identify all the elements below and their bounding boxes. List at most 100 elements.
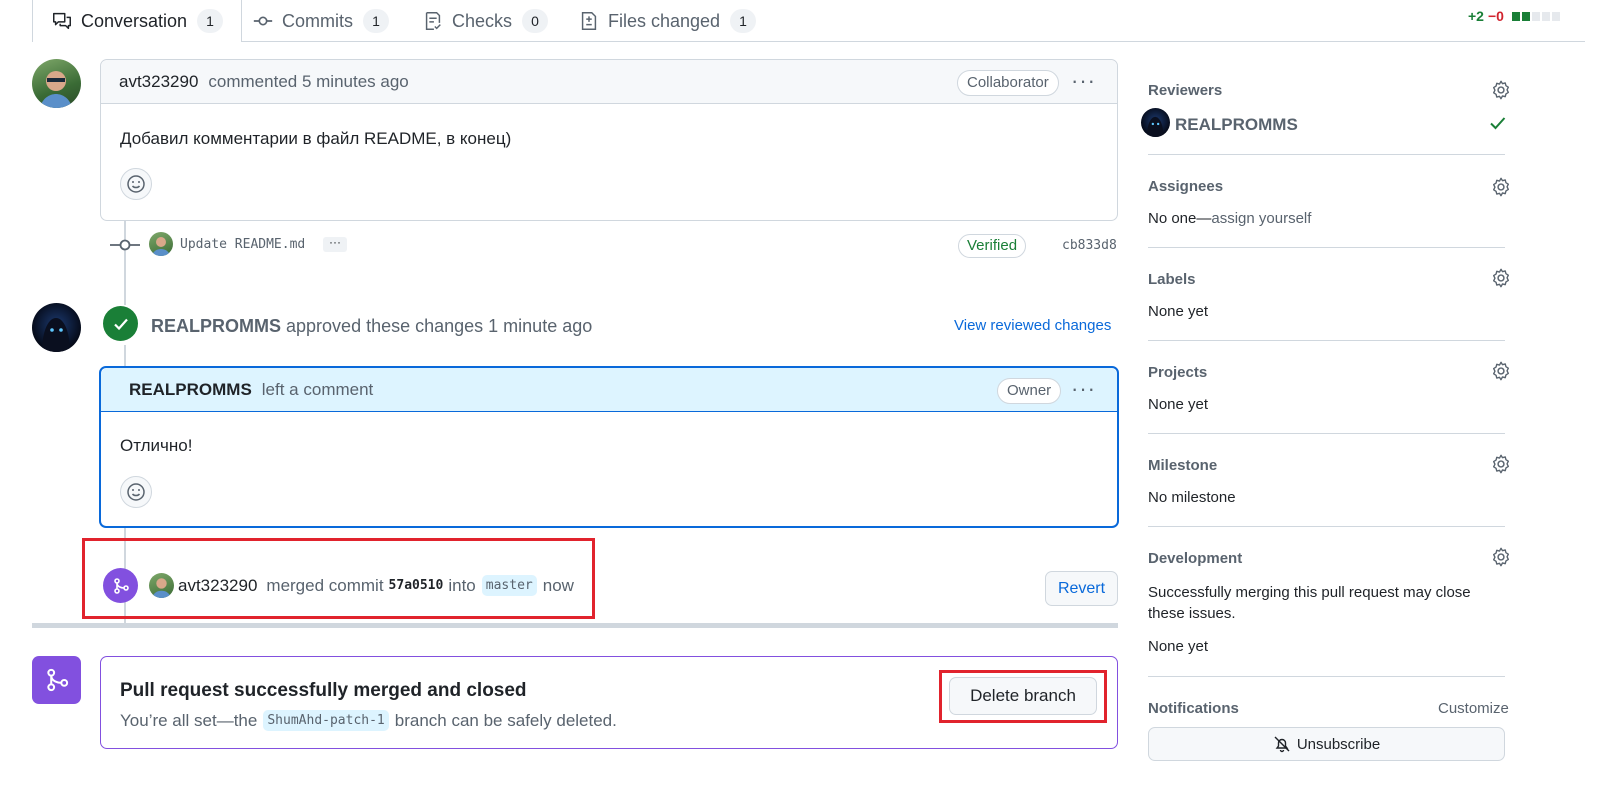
owner-badge: Owner — [997, 378, 1062, 404]
user-photo-icon — [152, 578, 171, 598]
merge-time: now — [542, 575, 574, 595]
reviewer-name[interactable]: REALPROMMS — [1175, 115, 1298, 135]
merged-title: Pull request successfully merged and clo… — [120, 680, 527, 701]
notifications-title: Notifications — [1148, 700, 1239, 717]
sidebar-divider — [1148, 247, 1505, 248]
hooded-figure-icon — [1146, 116, 1164, 137]
merge-author[interactable]: avt323290 — [178, 576, 257, 596]
comment-action: left a comment — [261, 379, 374, 399]
user-photo-icon — [40, 71, 72, 108]
assignees-title[interactable]: Assignees — [1148, 178, 1223, 195]
comment-card: avt323290 commented 5 minutes ago Collab… — [100, 59, 1118, 221]
file-diff-icon — [581, 12, 597, 30]
comment-discussion-icon — [53, 12, 71, 30]
reviewer-avatar[interactable] — [1141, 108, 1170, 137]
gear-icon[interactable] — [1490, 176, 1512, 198]
diffstat-blocks — [1510, 11, 1560, 21]
commit-expand-button[interactable]: ··· — [323, 236, 347, 252]
labels-title[interactable]: Labels — [1148, 271, 1196, 288]
tab-files-changed[interactable]: Files changed 1 — [578, 0, 757, 42]
smiley-icon — [127, 175, 145, 193]
collaborator-badge: Collaborator — [957, 70, 1059, 96]
sidebar-divider — [1148, 154, 1505, 155]
avatar[interactable] — [32, 303, 81, 352]
checklist-icon — [425, 12, 441, 30]
sidebar-divider — [1148, 433, 1505, 434]
diffstat-deletions: −0 — [1487, 8, 1504, 24]
milestone-title[interactable]: Milestone — [1148, 457, 1217, 474]
merge-event-text: avt323290 merged commit 57a0510 into mas… — [178, 575, 574, 596]
verified-badge[interactable]: Verified — [958, 234, 1027, 258]
source-branch[interactable]: ShumAhd-patch-1 — [263, 710, 389, 731]
avatar[interactable] — [149, 573, 174, 598]
development-description: Successfully merging this pull request m… — [1148, 584, 1471, 622]
git-merge-icon — [46, 668, 68, 692]
tab-label: Conversation — [81, 10, 188, 31]
check-icon — [113, 318, 128, 330]
unsubscribe-button[interactable]: Unsubscribe — [1148, 727, 1505, 761]
assignees-none: No one— — [1148, 210, 1212, 227]
gear-icon[interactable] — [1490, 79, 1512, 101]
git-merge-icon — [113, 577, 129, 594]
sidebar-divider — [1148, 676, 1505, 677]
avatar[interactable] — [32, 59, 81, 108]
avatar[interactable] — [149, 232, 173, 256]
check-icon — [1490, 117, 1506, 130]
add-reaction-button[interactable] — [120, 168, 152, 200]
timeline-line — [124, 345, 126, 367]
review-action: approved these changes 1 minute ago — [286, 316, 593, 336]
tab-label: Commits — [282, 10, 353, 31]
target-branch[interactable]: master — [481, 575, 537, 596]
sidebar-divider — [1148, 526, 1505, 527]
development-title[interactable]: Development — [1148, 550, 1242, 567]
comment-author[interactable]: REALPROMMS — [129, 380, 252, 400]
tab-conversation[interactable]: Conversation 1 — [32, 0, 243, 42]
gear-icon[interactable] — [1490, 267, 1512, 289]
approved-badge — [103, 306, 138, 341]
assignees-value: No one—assign yourself — [1148, 210, 1311, 227]
comment-author[interactable]: avt323290 — [119, 72, 198, 92]
review-comment-header: REALPROMMS left a comment — [101, 368, 1117, 412]
merge-text: merged commit — [266, 575, 384, 595]
projects-value: None yet — [1148, 396, 1209, 413]
review-comment-card: REALPROMMS left a comment Owner ··· Отли… — [99, 366, 1119, 528]
tab-count: 1 — [363, 9, 389, 33]
merged-description: You’re all set—the ShumAhd-patch-1 branc… — [120, 710, 617, 731]
comment-timestamp[interactable]: commented 5 minutes ago — [208, 72, 408, 92]
development-value: None yet — [1148, 638, 1209, 655]
git-commit-icon — [110, 239, 140, 251]
assign-yourself-link[interactable]: assign yourself — [1211, 210, 1311, 227]
timeline-line — [124, 220, 126, 305]
comment-options-icon[interactable]: ··· — [1071, 378, 1096, 400]
tab-commits[interactable]: Commits 1 — [252, 0, 389, 42]
comment-options-icon[interactable]: ··· — [1071, 70, 1096, 92]
merge-commit-sha[interactable]: 57a0510 — [389, 578, 444, 593]
gear-icon[interactable] — [1490, 453, 1512, 475]
tab-label: Files changed — [608, 10, 721, 31]
comment-body: Добавил комментарии в файл README, в кон… — [120, 129, 512, 148]
gear-icon[interactable] — [1490, 546, 1512, 568]
bell-slash-icon — [1274, 736, 1290, 753]
gear-icon[interactable] — [1490, 360, 1512, 382]
review-event: REALPROMMS approved these changes 1 minu… — [151, 316, 592, 337]
sidebar-divider — [1148, 340, 1505, 341]
revert-button[interactable]: Revert — [1045, 571, 1118, 606]
commit-message[interactable]: Update README.md — [180, 237, 305, 252]
customize-link[interactable]: Customize — [1438, 700, 1509, 717]
merged-status-icon — [32, 656, 81, 704]
merge-text: into — [448, 575, 476, 595]
pr-tab-bar: Conversation 1 Commits 1 Checks 0 Files … — [0, 0, 1617, 42]
unsubscribe-label: Unsubscribe — [1296, 735, 1381, 753]
merged-badge — [103, 568, 138, 603]
tab-checks[interactable]: Checks 0 — [422, 0, 549, 42]
projects-title[interactable]: Projects — [1148, 364, 1207, 381]
milestone-value: No milestone — [1148, 489, 1236, 506]
merged-text: You’re all set—the — [120, 710, 258, 730]
add-reaction-button[interactable] — [120, 476, 152, 508]
view-reviewed-changes-link[interactable]: View reviewed changes — [954, 317, 1111, 334]
delete-branch-button[interactable]: Delete branch — [949, 677, 1097, 715]
review-author[interactable]: REALPROMMS — [151, 316, 281, 336]
reviewers-title[interactable]: Reviewers — [1148, 82, 1222, 99]
commit-sha[interactable]: cb833d8 — [1062, 238, 1117, 253]
comment-body: Отлично! — [120, 436, 193, 455]
